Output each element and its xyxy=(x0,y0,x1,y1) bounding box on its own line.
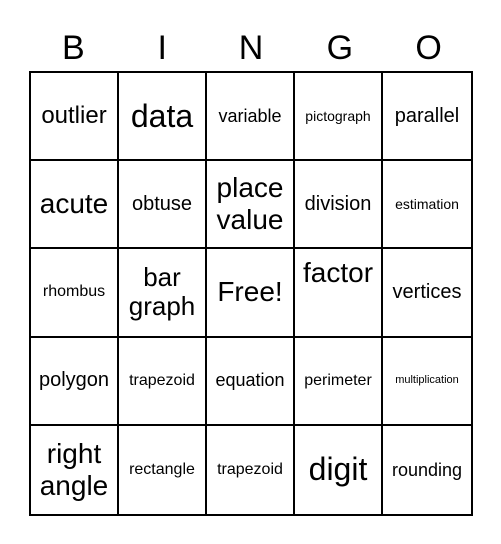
bingo-cell[interactable]: obtuse xyxy=(119,161,207,250)
bingo-cell[interactable]: polygon xyxy=(31,337,119,426)
bingo-cell[interactable]: outlier xyxy=(31,73,119,162)
bingo-cell[interactable]: place value xyxy=(207,161,295,250)
bingo-cell[interactable]: perimeter xyxy=(295,337,383,426)
bingo-cell[interactable]: rhombus xyxy=(31,249,119,338)
header-letter-i: I xyxy=(157,29,167,67)
header-letter-o: O xyxy=(415,29,442,67)
header-letter-n: N xyxy=(238,29,264,67)
bingo-cell[interactable]: right angle xyxy=(31,425,119,514)
bingo-cell[interactable]: equation xyxy=(207,337,295,426)
bingo-cell[interactable]: trapezoid xyxy=(119,337,207,426)
bingo-cell[interactable]: rectangle xyxy=(119,425,207,514)
bingo-header: B I N G O xyxy=(29,28,473,68)
bingo-cell[interactable]: trapezoid xyxy=(207,425,295,514)
bingo-cell[interactable]: multiplication xyxy=(383,338,471,426)
bingo-cell[interactable]: pictograph xyxy=(295,73,383,162)
bingo-cell[interactable]: bar graph xyxy=(119,249,207,338)
bingo-cell[interactable]: data xyxy=(119,73,207,162)
bingo-cell[interactable]: acute xyxy=(31,161,119,250)
bingo-cell[interactable]: division xyxy=(295,161,383,250)
bingo-cell[interactable]: parallel xyxy=(383,73,471,162)
header-letter-g: G xyxy=(326,29,354,67)
header-letter-b: B xyxy=(62,29,85,67)
bingo-cell[interactable]: rounding xyxy=(383,426,471,514)
bingo-cell[interactable]: vertices xyxy=(383,249,471,338)
bingo-cell[interactable]: factor xyxy=(295,249,383,338)
bingo-cell[interactable]: digit xyxy=(295,425,383,514)
bingo-cell[interactable]: variable xyxy=(207,73,295,162)
bingo-card-grid: outlier data variable pictograph paralle… xyxy=(29,71,473,516)
free-space-cell[interactable]: Free! xyxy=(207,249,295,338)
bingo-cell[interactable]: estimation xyxy=(383,161,471,250)
